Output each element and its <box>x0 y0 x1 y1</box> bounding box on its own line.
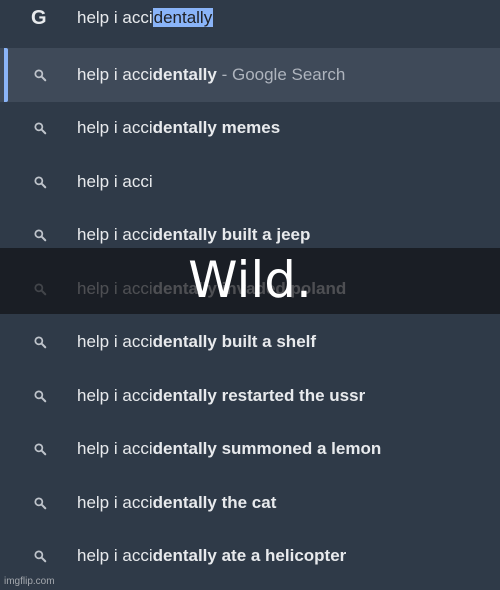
query-autocomplete-selection: dentally <box>152 8 214 27</box>
suggestion-completion: dentally the cat <box>152 492 277 512</box>
suggestion-prefix: help i acci <box>77 64 153 84</box>
suggestion-text: help i acci <box>77 172 153 192</box>
suggestion-prefix: help i acci <box>77 492 153 512</box>
suggestion-text: help i accidentally summoned a lemon <box>77 439 381 459</box>
suggestion-completion: dentally summoned a lemon <box>152 439 382 459</box>
suggestion-row[interactable]: help i accidentally memes <box>0 102 500 156</box>
suggestion-completion: dentally ate a helicopter <box>152 546 347 566</box>
suggestion-prefix: help i acci <box>77 332 153 352</box>
suggestion-text: help i accidentally ate a helicopter <box>77 546 346 566</box>
suggestion-text: help i accidentally built a shelf <box>77 332 316 352</box>
suggestion-row[interactable]: help i accidentally ate a helicopter <box>0 530 500 584</box>
suggestion-completion: dentally built a shelf <box>152 332 317 352</box>
suggestion-text: help i accidentally - Google Search <box>77 65 345 85</box>
search-icon <box>34 69 47 82</box>
search-icon <box>34 443 47 456</box>
search-icon <box>34 390 47 403</box>
omnibox-query[interactable]: help i accidentally <box>77 8 214 28</box>
suggestion-prefix: help i acci <box>77 439 153 459</box>
suggestion-list: help i accidentally - Google Search help … <box>0 48 500 583</box>
search-icon <box>34 497 47 510</box>
search-icon <box>34 336 47 349</box>
suggestion-row[interactable]: help i accidentally built a shelf <box>0 316 500 370</box>
search-icon <box>34 229 47 242</box>
suggestion-text: help i accidentally restarted the ussr <box>77 386 365 406</box>
suggestion-row[interactable]: help i acci <box>0 155 500 209</box>
suggestion-text: help i accidentally memes <box>77 118 280 138</box>
suggestion-completion: dentally memes <box>152 118 281 138</box>
google-g-icon: G <box>31 7 47 29</box>
suggestion-row[interactable]: help i accidentally summoned a lemon <box>0 423 500 477</box>
suggestion-completion: dentally built a jeep <box>152 225 311 245</box>
search-icon <box>34 122 47 135</box>
suggestion-prefix: help i acci <box>77 385 153 405</box>
caption-text: Wild. <box>188 251 312 309</box>
suggestion-suffix: - Google Search <box>216 64 346 84</box>
query-typed-text: help i acci <box>77 8 153 27</box>
search-icon <box>34 176 47 189</box>
suggestion-prefix: help i acci <box>77 118 153 138</box>
suggestion-row[interactable]: help i accidentally - Google Search <box>0 48 500 102</box>
suggestion-prefix: help i acci <box>77 546 153 566</box>
suggestion-prefix: help i acci <box>77 225 153 245</box>
omnibox[interactable]: G help i accidentally <box>0 0 500 40</box>
suggestion-row[interactable]: help i accidentally the cat <box>0 476 500 530</box>
search-icon <box>34 550 47 563</box>
suggestion-row[interactable]: help i accidentally restarted the ussr <box>0 369 500 423</box>
suggestion-text: help i accidentally built a jeep <box>77 225 310 245</box>
suggestion-prefix: help i acci <box>77 171 153 191</box>
suggestion-completion: dentally restarted the ussr <box>152 385 366 405</box>
suggestion-text: help i accidentally the cat <box>77 493 276 513</box>
suggestion-completion: dentally <box>152 64 217 84</box>
watermark: imgflip.com <box>4 576 55 587</box>
